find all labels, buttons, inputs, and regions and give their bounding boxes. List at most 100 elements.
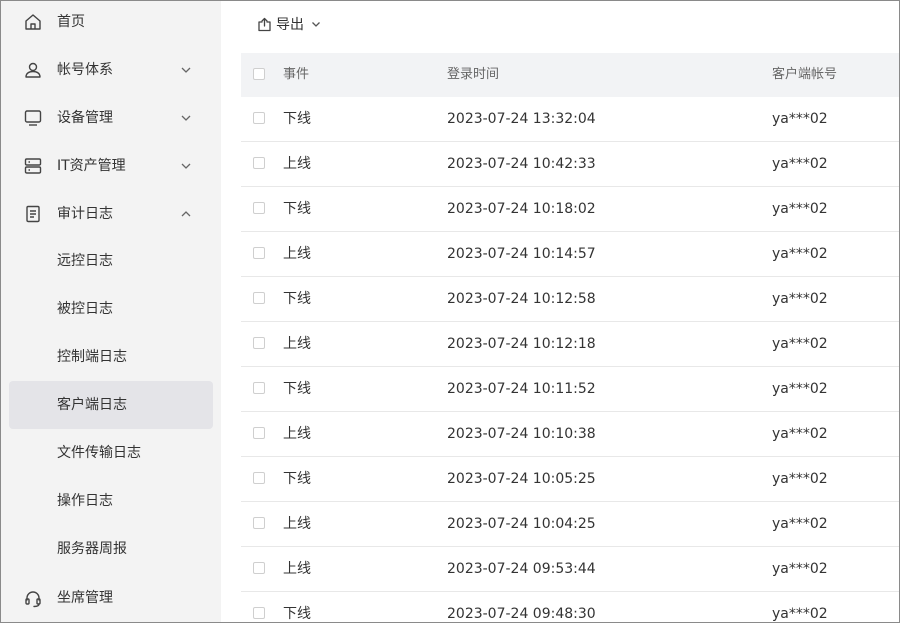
cell-login-time: 2023-07-24 10:10:38 (447, 426, 596, 442)
sidebar-item-label: 审计日志 (57, 206, 113, 222)
cell-event: 下线 (283, 471, 311, 487)
export-button[interactable]: 导出 (257, 13, 322, 35)
cell-client-account: ya***02 (772, 471, 828, 487)
user-icon (23, 60, 43, 80)
cell-login-time: 2023-07-24 10:04:25 (447, 516, 596, 532)
table-row[interactable]: 上线 2023-07-24 10:42:33 ya***02 (241, 142, 899, 187)
cell-login-time: 2023-07-24 10:12:18 (447, 336, 596, 352)
table-row[interactable]: 上线 2023-07-24 10:14:57 ya***02 (241, 232, 899, 277)
sidebar-subitem-controller-log[interactable]: 控制端日志 (9, 333, 213, 381)
sidebar-subitem-label: 客户端日志 (57, 397, 127, 413)
sidebar-subitem-label: 远控日志 (57, 253, 113, 269)
cell-login-time: 2023-07-24 10:05:25 (447, 471, 596, 487)
row-checkbox[interactable] (253, 517, 265, 529)
sidebar-item-label: 首页 (57, 14, 85, 30)
row-checkbox[interactable] (253, 382, 265, 394)
sidebar-item-seat-management[interactable]: 坐席管理 (9, 574, 213, 622)
cell-login-time: 2023-07-24 10:18:02 (447, 201, 596, 217)
cell-client-account: ya***02 (772, 516, 828, 532)
cell-login-time: 2023-07-24 10:12:58 (447, 291, 596, 307)
chevron-down-icon (179, 63, 193, 77)
cell-event: 上线 (283, 561, 311, 577)
cell-event: 上线 (283, 336, 311, 352)
table-row[interactable]: 下线 2023-07-24 13:32:04 ya***02 (241, 97, 899, 142)
column-header-login-time: 登录时间 (447, 67, 500, 82)
cell-client-account: ya***02 (772, 561, 828, 577)
table-body: 下线 2023-07-24 13:32:04 ya***02 上线 2023-07-24… (241, 97, 899, 622)
cell-event: 下线 (283, 291, 311, 307)
cell-login-time: 2023-07-24 09:53:44 (447, 561, 596, 577)
row-checkbox[interactable] (253, 472, 265, 484)
table-header: 事件 登录时间 客户端帐号 (241, 53, 899, 97)
cell-client-account: ya***02 (772, 336, 828, 352)
table-row[interactable]: 上线 2023-07-24 10:12:18 ya***02 (241, 322, 899, 367)
column-header-event: 事件 (283, 67, 310, 82)
row-checkbox[interactable] (253, 427, 265, 439)
sidebar-subitem-file-transfer-log[interactable]: 文件传输日志 (9, 429, 213, 477)
cell-login-time: 2023-07-24 13:32:04 (447, 111, 596, 127)
sidebar-item-label: IT资产管理 (57, 158, 126, 174)
monitor-icon (23, 108, 43, 128)
cell-client-account: ya***02 (772, 426, 828, 442)
row-checkbox[interactable] (253, 562, 265, 574)
cell-event: 下线 (283, 381, 311, 397)
cell-login-time: 2023-07-24 09:48:30 (447, 606, 596, 622)
table-row[interactable]: 下线 2023-07-24 10:12:58 ya***02 (241, 277, 899, 322)
chevron-down-icon (179, 111, 193, 125)
row-checkbox[interactable] (253, 157, 265, 169)
cell-event: 下线 (283, 606, 311, 622)
row-checkbox[interactable] (253, 112, 265, 124)
sidebar-item-accounts[interactable]: 帐号体系 (9, 46, 213, 94)
client-log-table: 事件 登录时间 客户端帐号 下线 2023-07-24 13:32:04 ya***… (241, 53, 899, 622)
main-content: 导出 事件 登录时间 客户端帐号 下线 2023-07-24 13:32:04 ya… (221, 1, 899, 622)
sidebar-subitem-label: 控制端日志 (57, 349, 127, 365)
chevron-down-icon (179, 159, 193, 173)
sidebar-subitem-client-log[interactable]: 客户端日志 (9, 381, 213, 429)
cell-event: 上线 (283, 246, 311, 262)
sidebar-subitem-remote-control-log[interactable]: 远控日志 (9, 237, 213, 285)
row-checkbox[interactable] (253, 202, 265, 214)
column-header-client-account: 客户端帐号 (772, 67, 838, 82)
cell-event: 上线 (283, 426, 311, 442)
cell-client-account: ya***02 (772, 246, 828, 262)
server-icon (23, 156, 43, 176)
row-checkbox[interactable] (253, 292, 265, 304)
cell-login-time: 2023-07-24 10:11:52 (447, 381, 596, 397)
cell-event: 上线 (283, 516, 311, 532)
headset-icon (23, 588, 43, 608)
cell-login-time: 2023-07-24 10:42:33 (447, 156, 596, 172)
sidebar-item-audit-logs[interactable]: 审计日志 (9, 190, 213, 238)
sidebar-subitem-label: 服务器周报 (57, 541, 127, 557)
cell-client-account: ya***02 (772, 381, 828, 397)
table-row[interactable]: 下线 2023-07-24 10:11:52 ya***02 (241, 367, 899, 412)
row-checkbox[interactable] (253, 337, 265, 349)
export-icon (257, 17, 272, 32)
sidebar-subitem-controlled-log[interactable]: 被控日志 (9, 285, 213, 333)
table-row[interactable]: 上线 2023-07-24 10:10:38 ya***02 (241, 412, 899, 457)
cell-client-account: ya***02 (772, 291, 828, 307)
home-icon (23, 12, 43, 32)
app-window: 首页 帐号体系 设备管理 IT资产管理 审计日志 远控日志 被控日志 控制端日志… (0, 0, 900, 623)
cell-client-account: ya***02 (772, 201, 828, 217)
row-checkbox[interactable] (253, 247, 265, 259)
sidebar-subitem-server-weekly-report[interactable]: 服务器周报 (9, 525, 213, 573)
sidebar-item-label: 帐号体系 (57, 62, 113, 78)
chevron-down-icon (310, 18, 322, 30)
table-row[interactable]: 上线 2023-07-24 10:04:25 ya***02 (241, 502, 899, 547)
select-all-checkbox[interactable] (253, 68, 265, 80)
sidebar-item-home[interactable]: 首页 (9, 1, 213, 46)
export-label: 导出 (276, 17, 304, 33)
cell-client-account: ya***02 (772, 111, 828, 127)
sidebar-item-devices[interactable]: 设备管理 (9, 94, 213, 142)
row-checkbox[interactable] (253, 607, 265, 619)
table-row[interactable]: 下线 2023-07-24 10:05:25 ya***02 (241, 457, 899, 502)
table-row[interactable]: 下线 2023-07-24 09:48:30 ya***02 (241, 592, 899, 622)
sidebar-subitem-operation-log[interactable]: 操作日志 (9, 477, 213, 525)
sidebar-item-it-assets[interactable]: IT资产管理 (9, 142, 213, 190)
cell-event: 上线 (283, 156, 311, 172)
sidebar-item-label: 设备管理 (57, 110, 113, 126)
sidebar-subitem-label: 文件传输日志 (57, 445, 141, 461)
table-row[interactable]: 下线 2023-07-24 10:18:02 ya***02 (241, 187, 899, 232)
sidebar-subitem-label: 被控日志 (57, 301, 113, 317)
table-row[interactable]: 上线 2023-07-24 09:53:44 ya***02 (241, 547, 899, 592)
